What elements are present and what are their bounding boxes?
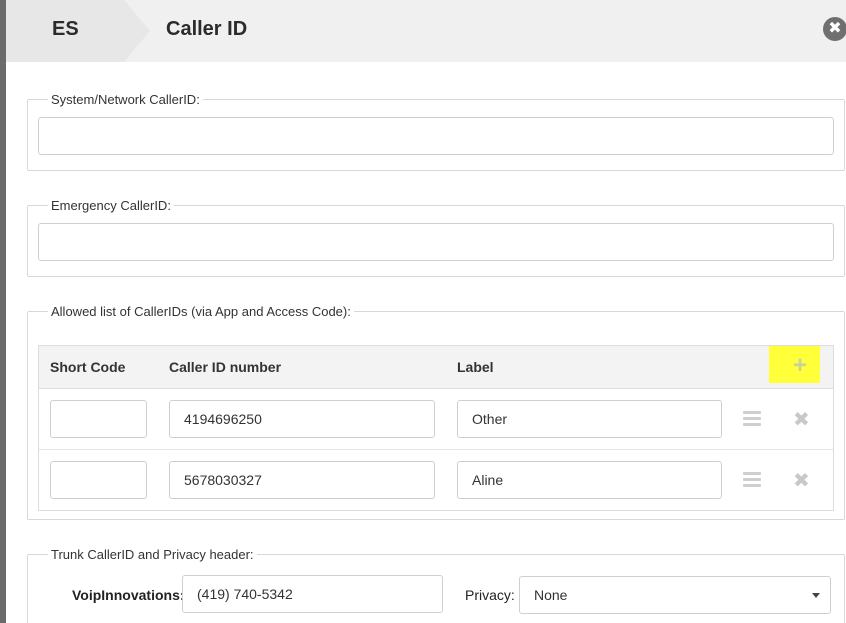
breadcrumb-label: ES (52, 18, 79, 40)
breadcrumb[interactable]: ES (6, 0, 124, 62)
short-code-input[interactable] (50, 400, 147, 438)
column-header-short-code: Short Code (50, 359, 126, 375)
page-title: Caller ID (166, 18, 248, 40)
close-icon[interactable]: ✖ (823, 17, 846, 41)
provider-callerid-input[interactable] (182, 575, 443, 613)
allowed-callerids-table: Short Code Caller ID number Label + ✖ ✖ (38, 345, 834, 511)
drag-handle-icon[interactable] (743, 472, 761, 488)
emergency-callerid-section: Emergency CallerID: (27, 198, 845, 277)
emergency-callerid-input[interactable] (38, 223, 834, 261)
column-header-caller-id-number: Caller ID number (169, 359, 282, 375)
table-row: ✖ (39, 389, 833, 450)
label-input[interactable] (457, 400, 722, 438)
system-network-callerid-section: System/Network CallerID: (27, 92, 845, 171)
short-code-input[interactable] (50, 461, 147, 499)
delete-icon[interactable]: ✖ (793, 468, 810, 493)
allowed-callerids-section: Allowed list of CallerIDs (via App and A… (27, 304, 845, 520)
allowed-callerids-legend: Allowed list of CallerIDs (via App and A… (48, 304, 354, 319)
provider-label: VoipInnovations: (72, 587, 185, 603)
privacy-select[interactable]: None (519, 576, 831, 614)
breadcrumb-arrow (124, 0, 150, 62)
system-network-callerid-legend: System/Network CallerID: (48, 92, 203, 107)
privacy-selected-value: None (534, 587, 568, 603)
delete-icon[interactable]: ✖ (793, 407, 810, 432)
table-row: ✖ (39, 450, 833, 511)
trunk-callerid-section: Trunk CallerID and Privacy header: VoipI… (27, 547, 845, 623)
trunk-callerid-legend: Trunk CallerID and Privacy header: (48, 547, 257, 562)
system-network-callerid-input[interactable] (38, 117, 834, 155)
drag-handle-icon[interactable] (743, 411, 761, 427)
column-header-label: Label (457, 359, 494, 375)
caller-id-number-input[interactable] (169, 461, 435, 499)
chevron-down-icon (812, 593, 820, 598)
privacy-label: Privacy: (465, 587, 515, 603)
table-header: Short Code Caller ID number Label + (39, 346, 833, 389)
emergency-callerid-legend: Emergency CallerID: (48, 198, 174, 213)
plus-icon[interactable]: + (793, 352, 807, 380)
caller-id-number-input[interactable] (169, 400, 435, 438)
left-edge (0, 0, 6, 623)
dialog-header: ES Caller ID ✖ (6, 0, 846, 62)
label-input[interactable] (457, 461, 722, 499)
